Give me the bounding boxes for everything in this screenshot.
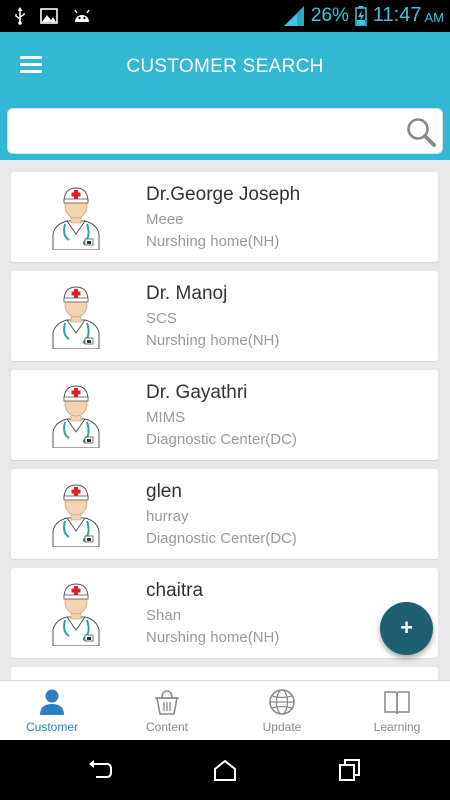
doctor-avatar-icon — [47, 382, 105, 448]
search-bar[interactable] — [7, 108, 443, 154]
back-icon[interactable] — [87, 758, 113, 782]
image-icon — [40, 8, 58, 24]
system-navigation-bar — [0, 740, 450, 800]
customer-name: glen — [146, 481, 182, 502]
customer-type: Nurshing home(NH) — [146, 629, 280, 646]
bottom-navigation: Customer Content Update Learning — [0, 680, 450, 740]
tab-learning-label: Learning — [373, 720, 421, 734]
doctor-avatar-icon — [47, 184, 105, 250]
search-icon[interactable] — [405, 116, 437, 148]
tab-update-label: Update — [262, 720, 302, 734]
person-icon — [40, 689, 64, 715]
basket-icon — [155, 690, 179, 715]
customer-type: Nurshing home(NH) — [146, 233, 280, 250]
customer-org: Meee — [146, 211, 184, 228]
tab-content-label: Content — [145, 720, 189, 734]
android-icon — [74, 9, 90, 22]
status-bar: 26% 11:47 AM — [0, 0, 450, 32]
clock-time: 11:47 — [372, 4, 422, 26]
signal-icon — [283, 5, 304, 26]
clock-ampm: AM — [424, 10, 445, 25]
doctor-avatar-icon — [47, 283, 105, 349]
usb-icon — [15, 7, 25, 25]
status-system: 26% 11:47 AM — [283, 4, 444, 27]
customer-name: Dr.George Joseph — [146, 184, 301, 205]
customer-org: hurray — [146, 508, 189, 525]
status-notifications — [14, 7, 92, 25]
customer-name: Dr. Gayathri — [146, 382, 248, 403]
customer-card[interactable]: glen hurray Diagnostic Center(DC) — [11, 469, 438, 559]
battery-percent: 26% — [310, 4, 349, 26]
app-bar: CUSTOMER SEARCH — [0, 32, 450, 160]
tab-customer-label: Customer — [25, 720, 78, 734]
page-title: CUSTOMER SEARCH — [126, 56, 324, 77]
customer-type: Diagnostic Center(DC) — [146, 530, 297, 547]
search-input[interactable] — [18, 117, 398, 147]
book-icon — [384, 691, 410, 715]
customer-type: Diagnostic Center(DC) — [146, 431, 297, 448]
customer-card[interactable]: Dr. Gayathri MIMS Diagnostic Center(DC) — [11, 370, 438, 460]
customer-card[interactable]: Dr.George Joseph Meee Nurshing home(NH) — [11, 172, 438, 262]
tab-content[interactable]: Content — [111, 681, 223, 741]
customer-card-partial[interactable] — [11, 667, 438, 680]
customer-name: Dr. Manoj — [146, 283, 228, 304]
tab-learning[interactable]: Learning — [341, 681, 450, 741]
add-customer-button[interactable]: + — [380, 602, 433, 655]
tab-customer[interactable]: Customer — [0, 681, 108, 741]
tab-update[interactable]: Update — [226, 681, 338, 741]
home-icon[interactable] — [212, 758, 238, 782]
recent-apps-icon[interactable] — [337, 758, 363, 782]
globe-icon — [269, 689, 295, 715]
doctor-avatar-icon — [47, 481, 105, 547]
battery-charging-icon — [355, 5, 367, 26]
customer-type: Nurshing home(NH) — [146, 332, 280, 349]
customer-card[interactable]: chaitra Shan Nurshing home(NH) — [11, 568, 438, 658]
customer-org: Shan — [146, 607, 182, 624]
customer-org: MIMS — [146, 409, 186, 426]
customer-list[interactable]: Dr.George Joseph Meee Nurshing home(NH) … — [0, 160, 450, 680]
customer-org: SCS — [146, 310, 177, 327]
doctor-avatar-icon — [47, 580, 105, 646]
customer-name: chaitra — [146, 580, 204, 601]
customer-card[interactable]: Dr. Manoj SCS Nurshing home(NH) — [11, 271, 438, 361]
